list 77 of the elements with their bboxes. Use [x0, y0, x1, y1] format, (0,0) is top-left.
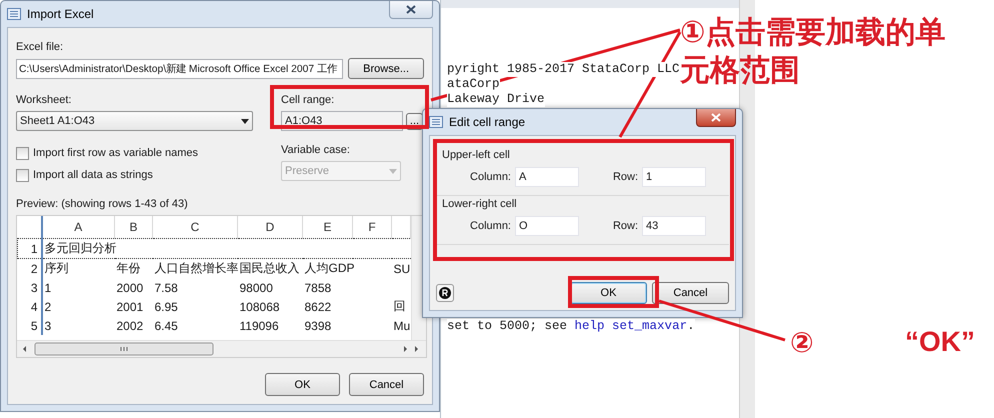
- table-cell: 6.95: [154, 300, 178, 314]
- column-field[interactable]: O: [515, 216, 579, 236]
- table-cell: 人均GDP: [304, 261, 355, 275]
- worksheet-dropdown[interactable]: Sheet1 A1:O43: [16, 111, 253, 131]
- checkbox-label: Import first row as variable names: [33, 147, 198, 159]
- table-cell: 回: [394, 299, 406, 313]
- row-field[interactable]: 43: [642, 216, 706, 236]
- field-label: Worksheet:: [16, 93, 72, 108]
- table-cell: 98000: [240, 280, 273, 294]
- row-number: 3: [18, 278, 42, 297]
- window-title: Import Excel: [27, 7, 94, 21]
- field-label: Row:: [612, 220, 638, 232]
- checkbox[interactable]: [16, 146, 29, 160]
- window-title: Edit cell range: [449, 115, 526, 129]
- table-cell: 人口自然增长率: [154, 261, 238, 275]
- table-cell: 2: [44, 300, 52, 314]
- dialog-button[interactable]: Cancel: [652, 282, 729, 304]
- table-cell: SU: [394, 262, 410, 276]
- table-cell: 119096: [240, 318, 279, 332]
- table-cell: 国民总收入: [240, 261, 300, 275]
- table-cell: 7.58: [154, 280, 178, 294]
- column-header: E: [302, 216, 352, 238]
- annotation-text: ②: [790, 326, 814, 359]
- table-cell: 2001: [116, 300, 144, 314]
- browse-button[interactable]: Browse...: [348, 58, 424, 79]
- group-title: Upper-left cell: [441, 149, 511, 161]
- column-header: D: [238, 216, 302, 238]
- table-cell: 序列: [44, 261, 68, 275]
- table-cell: 7858: [304, 280, 332, 294]
- column-header: B: [114, 216, 152, 238]
- close-button[interactable]: [696, 109, 736, 127]
- table-cell: 2002: [116, 318, 144, 332]
- row-number: 1: [18, 238, 42, 258]
- preview-caption: Preview: (showing rows 1-43 of 43): [16, 197, 189, 212]
- table-cell: 6.45: [154, 318, 178, 332]
- annotation-text: “OK”: [905, 326, 975, 358]
- table-cell: 9398: [304, 318, 332, 332]
- file-path-field[interactable]: C:\Users\Administrator\Desktop\新建 Microsoft Office Excel 2007 工作: [16, 59, 344, 79]
- dialog-button[interactable]: Cancel: [349, 373, 424, 396]
- row-field[interactable]: 1: [642, 167, 706, 187]
- row-number: 2: [18, 258, 42, 278]
- close-button[interactable]: [389, 1, 433, 19]
- row-number: 4: [18, 297, 42, 316]
- close-icon: [406, 5, 416, 14]
- stata-logo-button[interactable]: [436, 284, 454, 302]
- field-label: Cell range:: [281, 93, 336, 108]
- column-field[interactable]: A: [515, 167, 579, 187]
- column-header: A: [42, 216, 114, 238]
- dialog-button[interactable]: OK: [265, 373, 340, 396]
- dropdown-arrow-icon: [389, 168, 397, 174]
- table-cell: 3: [44, 318, 52, 332]
- group-title: Lower-right cell: [441, 198, 518, 210]
- field-label: Variable case:: [281, 143, 351, 158]
- window-icon: [7, 8, 21, 20]
- help-link[interactable]: help set_maxvar: [574, 319, 688, 333]
- table-cell: 8622: [304, 300, 332, 314]
- column-header: C: [152, 216, 238, 238]
- dialog-button[interactable]: OK: [570, 282, 647, 304]
- table-cell: 1: [44, 280, 52, 294]
- checkbox[interactable]: [16, 168, 29, 182]
- table-cell: 多元回归分析: [44, 241, 116, 255]
- checkbox-label: Import all data as strings: [33, 169, 153, 181]
- field-label: Excel file:: [16, 40, 64, 55]
- annotation-text: ①点击需要加载的单 元格范围: [680, 14, 946, 90]
- dropdown-arrow-icon: [241, 118, 249, 124]
- field-label: Column:: [469, 220, 511, 232]
- table-cell: 2000: [116, 280, 144, 294]
- table-cell: 108068: [240, 300, 280, 314]
- row-number: 5: [18, 316, 42, 335]
- window-icon: [429, 116, 443, 128]
- field-label: Column:: [469, 171, 511, 183]
- table-cell: Mu: [394, 318, 410, 332]
- field-label: Row:: [612, 171, 638, 183]
- close-icon: [711, 113, 721, 122]
- column-header: F: [352, 216, 392, 238]
- horizontal-scrollbar[interactable]: [17, 340, 426, 357]
- table-cell: 年份: [116, 261, 140, 275]
